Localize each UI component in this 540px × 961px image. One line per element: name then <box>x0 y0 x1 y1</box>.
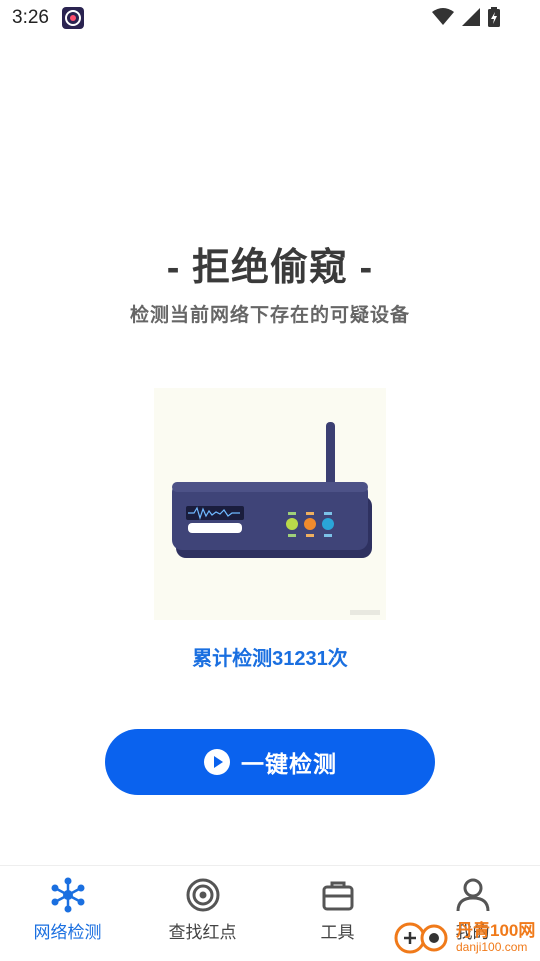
scan-button-label: 一键检测 <box>241 751 337 777</box>
detection-count: 累计检测31231次 <box>192 648 348 670</box>
tab-label: 工具 <box>320 923 355 942</box>
briefcase-icon <box>319 876 357 914</box>
tab-label: 查找红点 <box>168 923 237 942</box>
watermark-logo-icon <box>392 916 452 961</box>
status-bar: 3:26 <box>0 0 540 36</box>
battery-icon <box>488 7 500 32</box>
network-icon <box>49 876 87 914</box>
watermark-title: 丹青100网 <box>456 921 536 940</box>
watermark-url: danji100.com <box>456 940 528 954</box>
target-icon <box>184 876 222 914</box>
wifi-icon <box>432 8 454 31</box>
page-subtitle: 检测当前网络下存在的可疑设备 <box>129 305 410 326</box>
app-notification-icon <box>62 7 84 29</box>
status-time: 3:26 <box>12 7 49 28</box>
one-click-scan-button[interactable]: 一键检测 <box>105 729 435 795</box>
page-title: - 拒绝偷窥 - <box>166 247 374 289</box>
cell-signal-icon <box>462 8 480 31</box>
user-icon <box>454 876 492 914</box>
play-icon <box>203 748 231 776</box>
site-watermark: 丹青100网 danji100.com <box>392 916 540 960</box>
tab-find-red-dot[interactable]: 查找红点 <box>135 866 270 961</box>
tab-label: 网络检测 <box>33 923 102 942</box>
tab-network-detection[interactable]: 网络检测 <box>0 866 135 961</box>
router-illustration <box>154 388 386 620</box>
tab-tools[interactable]: 工具 <box>270 866 405 961</box>
